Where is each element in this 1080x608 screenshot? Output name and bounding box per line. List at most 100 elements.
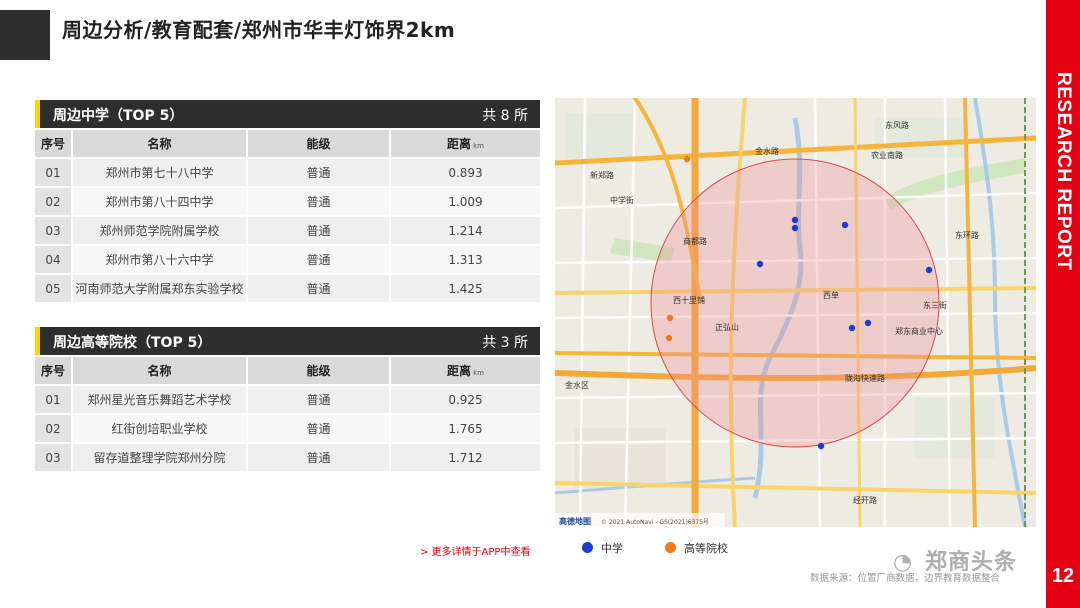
- table-header-row: 序号 名称 能级 距离 km: [35, 355, 540, 384]
- row-name: 郑州市第八十六中学: [73, 244, 248, 273]
- map-label: 西单: [823, 290, 839, 300]
- col-distance-label: 距离: [447, 137, 472, 151]
- legend-middle-school-label: 中学: [601, 542, 623, 555]
- table-row: 02 郑州市第八十四中学 普通 1.009: [35, 186, 540, 215]
- col-no: 序号: [35, 355, 73, 384]
- legend-college-label: 高等院校: [684, 542, 728, 555]
- row-distance: 1.214: [391, 215, 540, 244]
- table-row: 02 红街创培职业学校 普通 1.765: [35, 413, 540, 442]
- row-distance: 1.425: [391, 273, 540, 302]
- side-band: RESEARCH REPORT 12: [1046, 0, 1080, 608]
- map-provider-logo: 高德地图: [559, 516, 591, 526]
- college-table: 序号 名称 能级 距离 km 01 郑州星光音乐舞蹈艺术学校 普通 0.925 0…: [35, 355, 540, 471]
- row-distance: 1.712: [391, 442, 540, 471]
- side-text: RESEARCH REPORT: [1050, 72, 1076, 282]
- map-label: 金水路: [755, 146, 779, 156]
- middle-school-card: 周边中学（TOP 5） 共 8 所 序号 名称 能级 距离 km 01 郑州市第七…: [35, 100, 540, 302]
- middle-school-dot-icon: [582, 542, 593, 553]
- college-marker[interactable]: [683, 155, 691, 163]
- table-row: 04 郑州市第八十六中学 普通 1.313: [35, 244, 540, 273]
- row-level: 普通: [248, 244, 391, 273]
- middle-school-marker[interactable]: [864, 319, 872, 327]
- row-no: 01: [35, 384, 73, 413]
- college-title: 周边高等院校（TOP 5）: [53, 335, 212, 351]
- row-distance: 0.925: [391, 384, 540, 413]
- row-distance: 1.765: [391, 413, 540, 442]
- col-level: 能级: [248, 355, 391, 384]
- col-name: 名称: [73, 128, 248, 157]
- col-distance-label: 距离: [447, 364, 472, 378]
- map-label: 中学街: [610, 195, 634, 205]
- college-marker[interactable]: [666, 314, 674, 322]
- row-name: 留存道整理学院郑州分院: [73, 442, 248, 471]
- col-level: 能级: [248, 128, 391, 157]
- map-label: 正弘山: [715, 322, 739, 332]
- table-row: 01 郑州市第七十八中学 普通 0.893: [35, 157, 540, 186]
- map-label: 陇海快速路: [845, 373, 885, 383]
- middle-school-count: 共 8 所: [482, 108, 528, 124]
- row-level: 普通: [248, 215, 391, 244]
- college-marker[interactable]: [665, 334, 673, 342]
- row-level: 普通: [248, 442, 391, 471]
- map-block: [565, 113, 635, 158]
- middle-school-marker[interactable]: [841, 221, 849, 229]
- middle-school-marker[interactable]: [791, 216, 799, 224]
- table-row: 03 郑州师范学院附属学校 普通 1.214: [35, 215, 540, 244]
- map-block: [575, 428, 665, 488]
- map-label: 东环路: [955, 230, 979, 240]
- row-no: 02: [35, 413, 73, 442]
- row-name: 郑州市第八十四中学: [73, 186, 248, 215]
- middle-school-header: 周边中学（TOP 5） 共 8 所: [35, 100, 540, 128]
- college-dot-icon: [665, 542, 676, 553]
- map-label: 东风路: [885, 120, 909, 130]
- table-header-row: 序号 名称 能级 距离 km: [35, 128, 540, 157]
- row-level: 普通: [248, 273, 391, 302]
- map-label: 郑东商业中心: [895, 326, 943, 336]
- row-level: 普通: [248, 413, 391, 442]
- college-header: 周边高等院校（TOP 5） 共 3 所: [35, 327, 540, 355]
- row-distance: 0.893: [391, 157, 540, 186]
- middle-school-marker[interactable]: [817, 442, 825, 450]
- map-label: 金水区: [565, 380, 589, 390]
- row-level: 普通: [248, 157, 391, 186]
- middle-school-marker[interactable]: [848, 324, 856, 332]
- side-text-label: RESEARCH REPORT: [1053, 72, 1074, 271]
- header-accent: [35, 327, 40, 355]
- middle-school-title: 周边中学（TOP 5）: [53, 108, 184, 124]
- row-no: 05: [35, 273, 73, 302]
- header-accent: [35, 100, 40, 128]
- map-label: 西十里铺: [673, 295, 705, 305]
- row-no: 03: [35, 215, 73, 244]
- col-distance: 距离 km: [391, 355, 540, 384]
- legend-middle-school: 中学: [582, 540, 623, 556]
- col-distance-unit: km: [473, 142, 484, 150]
- middle-school-marker[interactable]: [925, 266, 933, 274]
- col-distance: 距离 km: [391, 128, 540, 157]
- table-row: 01 郑州星光音乐舞蹈艺术学校 普通 0.925: [35, 384, 540, 413]
- map-label: 农业南路: [871, 150, 903, 160]
- col-name: 名称: [73, 355, 248, 384]
- row-name: 郑州师范学院附属学校: [73, 215, 248, 244]
- map-block: [915, 398, 995, 458]
- college-count: 共 3 所: [482, 335, 528, 351]
- middle-school-marker[interactable]: [756, 260, 764, 268]
- row-name: 红街创培职业学校: [73, 413, 248, 442]
- map-label: 东三街: [923, 300, 947, 310]
- table-row: 03 留存道整理学院郑州分院 普通 1.712: [35, 442, 540, 471]
- area-map[interactable]: 金水路 东风路 农业南路 商都路 陇海快速路 西十里铺 正弘山 郑东商业中心 西…: [555, 98, 1036, 527]
- data-source: 数据来源：位置厂商数据，边界教育数据整合: [810, 573, 1001, 584]
- page-number: 12: [1051, 565, 1075, 587]
- more-details-link[interactable]: > 更多详情于APP中查看: [420, 543, 530, 558]
- row-distance: 1.313: [391, 244, 540, 273]
- page-title: 周边分析/教育配套/郑州市华丰灯饰界2km: [62, 18, 456, 42]
- col-no: 序号: [35, 128, 73, 157]
- row-distance: 1.009: [391, 186, 540, 215]
- row-name: 郑州星光音乐舞蹈艺术学校: [73, 384, 248, 413]
- row-no: 02: [35, 186, 73, 215]
- col-distance-unit: km: [473, 369, 484, 377]
- middle-school-marker[interactable]: [791, 224, 799, 232]
- title-block: [0, 10, 50, 60]
- row-level: 普通: [248, 384, 391, 413]
- row-no: 03: [35, 442, 73, 471]
- map-canvas: 金水路 东风路 农业南路 商都路 陇海快速路 西十里铺 正弘山 郑东商业中心 西…: [555, 98, 1036, 527]
